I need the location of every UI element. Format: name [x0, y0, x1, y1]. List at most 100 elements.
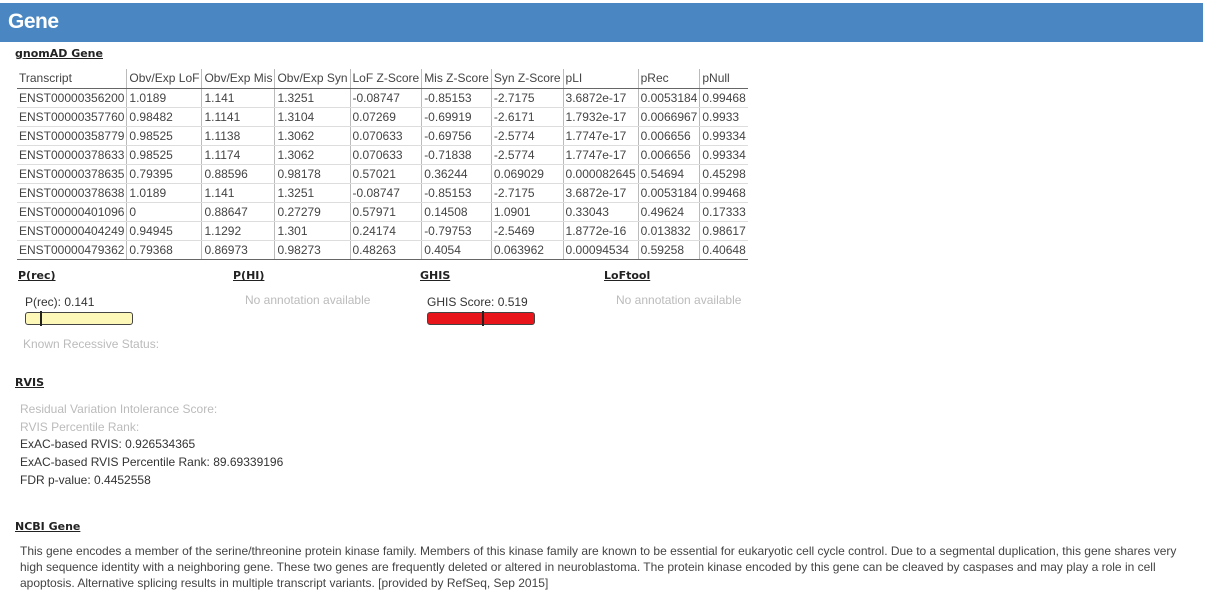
column-header: Syn Z-Score: [490, 69, 564, 89]
table-cell: 0.99468: [699, 183, 748, 203]
page-title: Gene: [8, 10, 59, 33]
table-cell: 0.57971: [349, 202, 422, 222]
column-header: Obv/Exp Mis: [201, 69, 275, 89]
table-cell: -0.69919: [421, 107, 492, 127]
table-cell: 0.07269: [349, 107, 422, 127]
table-cell: 0.24174: [349, 221, 422, 241]
table-cell: -2.5469: [490, 221, 564, 241]
table-cell: 3.6872e-17: [562, 183, 639, 203]
gnomad-section-title[interactable]: gnomAD Gene: [15, 47, 103, 60]
table-cell: 0.013832: [637, 221, 700, 241]
table-cell: -0.71838: [421, 145, 492, 165]
table-row: ENST00000401096 0 0.88647 0.27279 0.57971 0.1…: [17, 202, 748, 222]
table-row: ENST00000378635 0.79395 0.88596 0.98178 0.57…: [17, 164, 748, 184]
table-cell: 0.98178: [274, 164, 350, 184]
column-header: pLI: [562, 69, 639, 89]
ghis-section-title[interactable]: GHIS: [420, 269, 450, 282]
transcript-cell: ENST00000378635: [17, 164, 127, 184]
table-cell: 1.141: [201, 88, 275, 108]
column-header: pRec: [637, 69, 700, 89]
table-cell: -2.7175: [490, 88, 564, 108]
column-header: Transcript: [17, 69, 127, 89]
table-cell: 0.49624: [637, 202, 700, 222]
table-cell: 0.006656: [637, 126, 700, 146]
table-cell: 0.0053184: [637, 88, 700, 108]
table-cell: 0.33043: [562, 202, 639, 222]
table-cell: -0.08747: [349, 88, 422, 108]
table-cell: -0.79753: [421, 221, 492, 241]
table-cell: 1.301: [274, 221, 350, 241]
table-cell: 0.79395: [126, 164, 202, 184]
table-cell: 0.00094534: [562, 240, 639, 260]
transcript-cell: ENST00000357760: [17, 107, 127, 127]
table-cell: 0.9933: [699, 107, 748, 127]
ghis-score-label: GHIS Score: 0.519: [427, 295, 528, 309]
table-cell: 0.45298: [699, 164, 748, 184]
prec-score-label: P(rec): 0.141: [25, 295, 95, 309]
table-row: ENST00000479362 0.79368 0.86973 0.98273 0.48…: [17, 240, 748, 260]
fdr-p-value: FDR p-value: 0.4452558: [20, 473, 151, 487]
table-row: ENST00000378638 1.0189 1.141 1.3251 -0.08747…: [17, 183, 748, 203]
phi-section-title[interactable]: P(HI): [233, 269, 264, 282]
table-row: ENST00000404249 0.94945 1.1292 1.301 0.24174…: [17, 221, 748, 241]
table-cell: 1.1138: [201, 126, 275, 146]
exac-rvis-percentile-value: ExAC-based RVIS Percentile Rank: 89.6933…: [20, 455, 284, 469]
column-header: LoF Z-Score: [349, 69, 422, 89]
column-header: Mis Z-Score: [421, 69, 492, 89]
table-cell: 1.1174: [201, 145, 275, 165]
table-cell: -2.7175: [490, 183, 564, 203]
table-cell: 0.86973: [201, 240, 275, 260]
table-cell: 0.54694: [637, 164, 700, 184]
table-cell: 0.98273: [274, 240, 350, 260]
table-cell: 0.48263: [349, 240, 422, 260]
transcript-cell: ENST00000404249: [17, 221, 127, 241]
table-cell: 0.070633: [349, 126, 422, 146]
rvis-section-title[interactable]: RVIS: [15, 376, 44, 389]
prec-section-title[interactable]: P(rec): [18, 269, 56, 282]
table-cell: -2.6171: [490, 107, 564, 127]
table-cell: 1.7932e-17: [562, 107, 639, 127]
table-cell: 0.006656: [637, 145, 700, 165]
loftool-no-annotation: No annotation available: [616, 293, 742, 307]
table-cell: 0.59258: [637, 240, 700, 260]
ghis-score-bar: [427, 311, 535, 326]
transcript-cell: ENST00000358779: [17, 126, 127, 146]
table-cell: -0.69756: [421, 126, 492, 146]
table-cell: 0.17333: [699, 202, 748, 222]
ncbi-section-title[interactable]: NCBI Gene: [15, 520, 80, 533]
table-cell: 0.36244: [421, 164, 492, 184]
column-header: pNull: [699, 69, 748, 89]
transcript-cell: ENST00000479362: [17, 240, 127, 260]
transcript-cell: ENST00000378633: [17, 145, 127, 165]
rvis-percentile-label: RVIS Percentile Rank:: [20, 420, 140, 434]
table-cell: 0.070633: [349, 145, 422, 165]
table-row: ENST00000357760 0.98482 1.1141 1.3104 0.0726…: [17, 107, 748, 127]
table-row: ENST00000378633 0.98525 1.1174 1.3062 0.0706…: [17, 145, 748, 165]
transcript-cell: ENST00000401096: [17, 202, 127, 222]
table-cell: 0.14508: [421, 202, 492, 222]
table-row: ENST00000358779 0.98525 1.1138 1.3062 0.0706…: [17, 126, 748, 146]
table-cell: 0.4054: [421, 240, 492, 260]
loftool-section-title[interactable]: LoFtool: [604, 269, 650, 282]
table-cell: 0.98617: [699, 221, 748, 241]
table-cell: 0.99334: [699, 126, 748, 146]
table-cell: 1.3062: [274, 145, 350, 165]
table-cell: 1.7747e-17: [562, 145, 639, 165]
table-cell: 1.0189: [126, 88, 202, 108]
table-cell: 0.27279: [274, 202, 350, 222]
known-recessive-status-label: Known Recessive Status:: [23, 337, 160, 351]
table-cell: 1.3062: [274, 126, 350, 146]
table-cell: 0.98525: [126, 145, 202, 165]
table-cell: 0.000082645: [562, 164, 639, 184]
table-cell: 1.3251: [274, 88, 350, 108]
table-cell: 1.0189: [126, 183, 202, 203]
table-cell: 0.069029: [490, 164, 564, 184]
prec-score-bar: [25, 311, 133, 326]
table-cell: 1.0901: [490, 202, 564, 222]
table-cell: 1.7747e-17: [562, 126, 639, 146]
table-cell: 1.8772e-16: [562, 221, 639, 241]
transcript-cell: ENST00000378638: [17, 183, 127, 203]
prec-score-marker: [40, 311, 42, 326]
table-cell: 3.6872e-17: [562, 88, 639, 108]
column-header: Obv/Exp LoF: [126, 69, 202, 89]
